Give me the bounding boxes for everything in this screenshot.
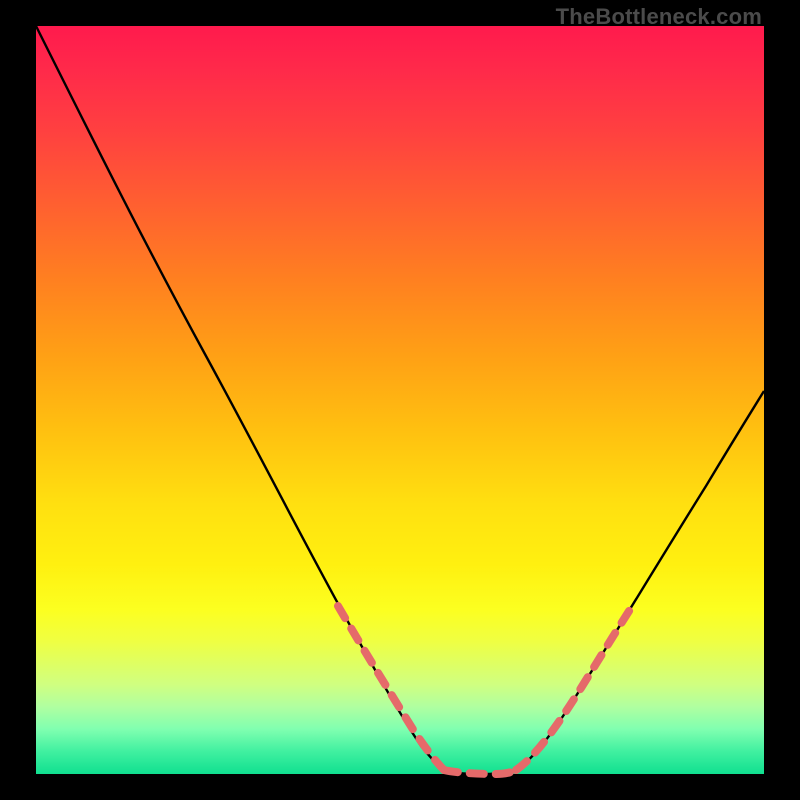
chart-svg — [36, 26, 764, 774]
curve-left-branch — [36, 26, 444, 770]
dash-overlay-left — [338, 606, 444, 770]
dash-overlay-floor — [444, 770, 516, 774]
dash-overlay-right — [516, 608, 631, 770]
curve-right-branch — [516, 391, 764, 770]
